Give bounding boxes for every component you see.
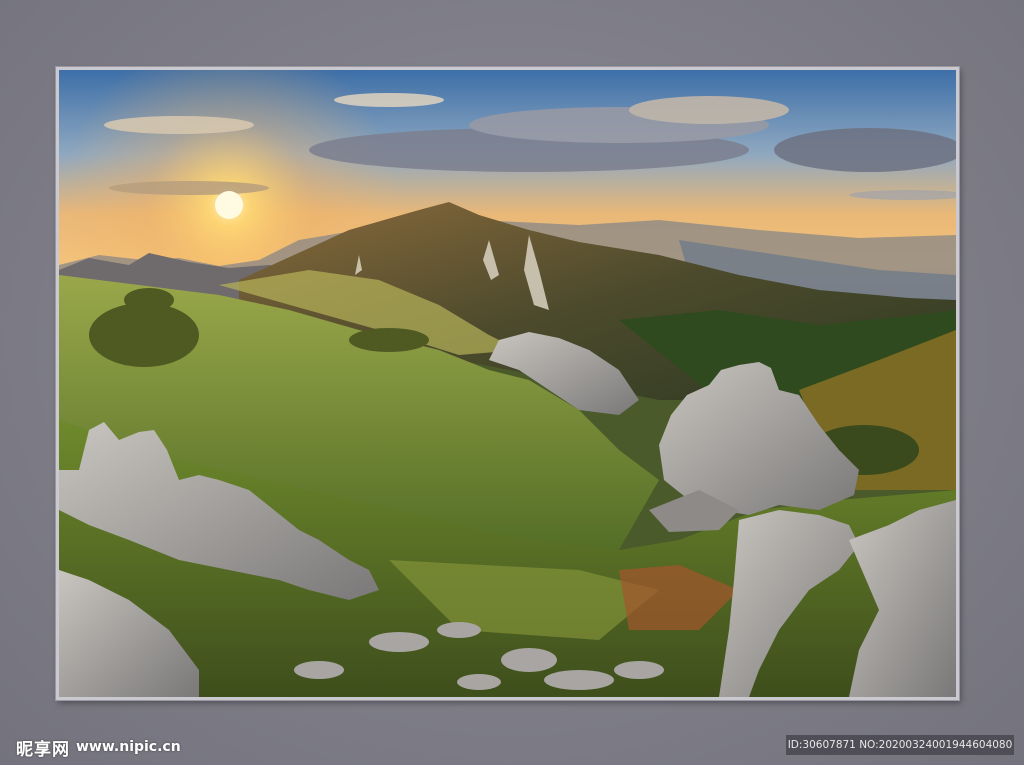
site-watermark: 昵享网 www.nipic.cn — [16, 736, 181, 760]
landscape-photo — [59, 70, 956, 697]
image-id-label: ID:30607871 NO:20200324001944604080 — [786, 735, 1014, 755]
site-url: www.nipic.cn — [76, 739, 181, 755]
brand-logo-text: 昵享网 — [16, 739, 70, 760]
sun — [215, 191, 243, 219]
picture-frame — [56, 67, 959, 700]
